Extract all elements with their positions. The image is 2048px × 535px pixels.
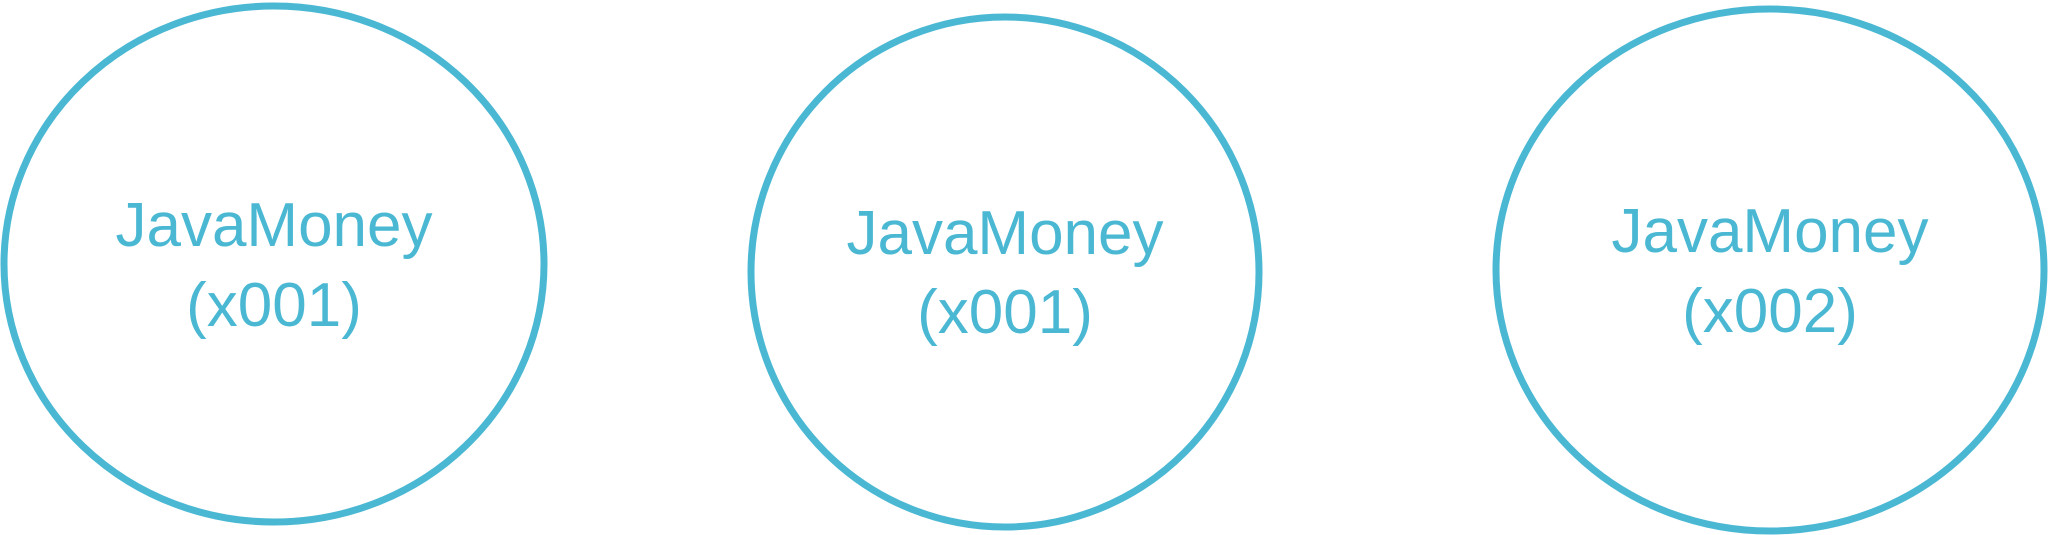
node-2-circle xyxy=(747,13,1263,531)
node-3-name: JavaMoney xyxy=(1611,197,1928,266)
node-2-id: (x001) xyxy=(917,278,1093,347)
node-javamoney-1: JavaMoney (x001) xyxy=(0,2,548,526)
node-1-id: (x001) xyxy=(186,271,362,340)
node-1-name: JavaMoney xyxy=(115,191,432,260)
node-3-circle xyxy=(1492,5,2048,535)
node-3-id: (x002) xyxy=(1682,277,1858,346)
node-1-circle xyxy=(0,2,548,526)
node-javamoney-2: JavaMoney (x001) xyxy=(747,13,1263,531)
diagram-canvas: JavaMoney (x001) JavaMoney (x001) JavaMo… xyxy=(0,2,2048,535)
node-javamoney-3: JavaMoney (x002) xyxy=(1492,5,2048,535)
node-2-name: JavaMoney xyxy=(846,199,1163,268)
